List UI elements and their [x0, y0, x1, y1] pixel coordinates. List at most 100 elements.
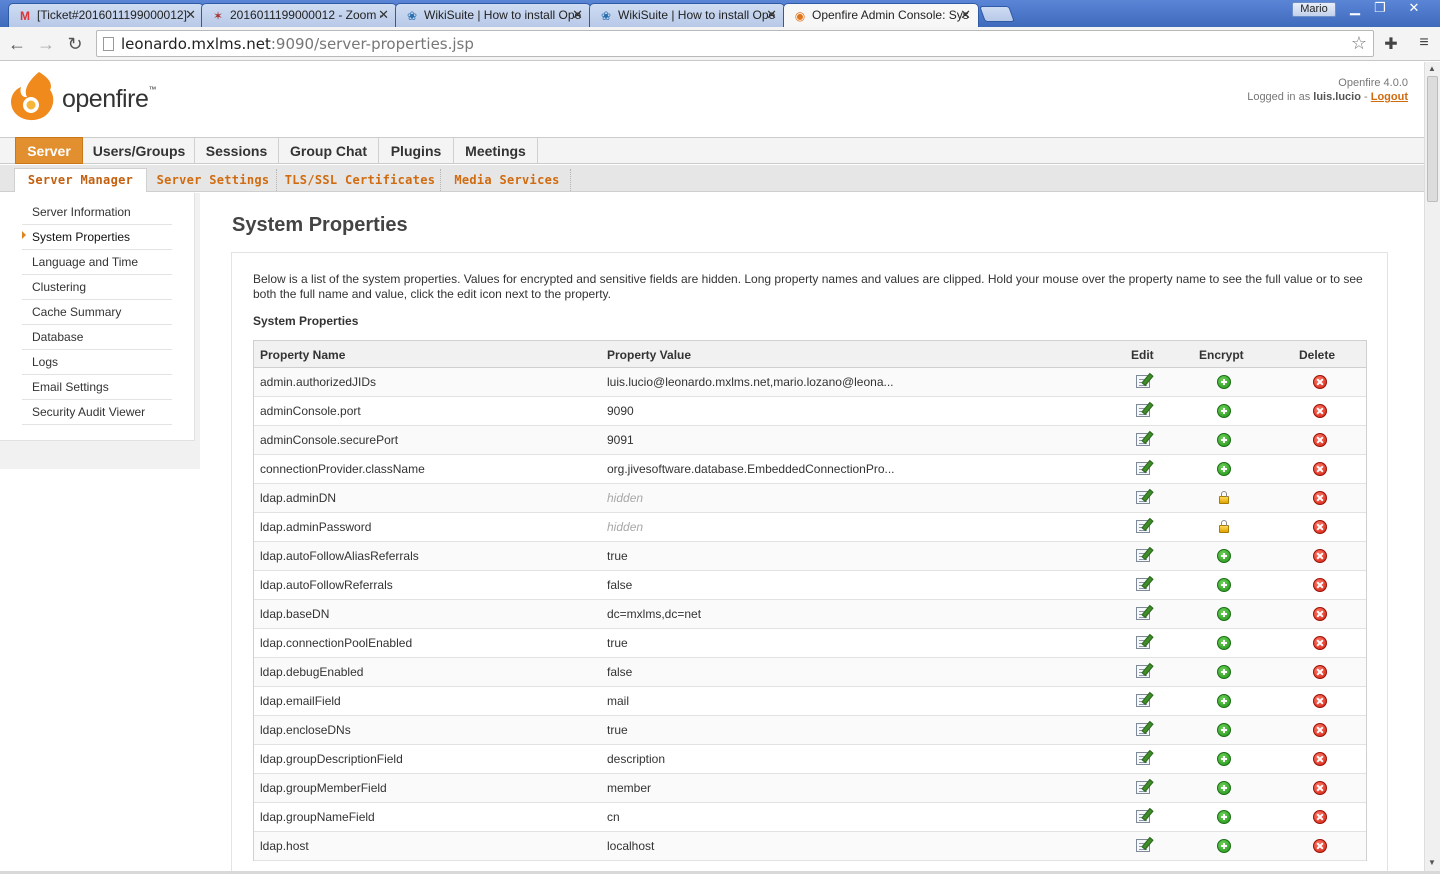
sidebar-item-logs[interactable]: Logs: [22, 350, 172, 375]
delete-icon[interactable]: [1312, 780, 1328, 796]
subtab-tls-ssl-certificates[interactable]: TLS/SSL Certificates: [280, 169, 441, 191]
property-name[interactable]: ldap.groupMemberField: [260, 781, 387, 795]
edit-icon[interactable]: [1136, 519, 1152, 535]
property-name[interactable]: ldap.groupDescriptionField: [260, 752, 403, 766]
edit-icon[interactable]: [1136, 490, 1152, 506]
reload-icon[interactable]: ↻: [64, 33, 86, 55]
delete-icon[interactable]: [1312, 693, 1328, 709]
close-window-icon[interactable]: ✕: [1392, 0, 1436, 17]
encrypt-plus-icon[interactable]: [1216, 374, 1232, 390]
sidebar-item-cache-summary[interactable]: Cache Summary: [22, 300, 172, 325]
forward-icon[interactable]: →: [35, 33, 57, 55]
sidebar-item-security-audit-viewer[interactable]: Security Audit Viewer: [22, 400, 172, 425]
delete-icon[interactable]: [1312, 490, 1328, 506]
page-scrollbar[interactable]: ▲ ▼: [1424, 62, 1440, 872]
delete-icon[interactable]: [1312, 403, 1328, 419]
subtab-server-manager[interactable]: Server Manager: [14, 168, 147, 192]
property-name[interactable]: connectionProvider.className: [260, 462, 425, 476]
edit-icon[interactable]: [1136, 432, 1152, 448]
sidebar-item-clustering[interactable]: Clustering: [22, 275, 172, 300]
encrypt-plus-icon[interactable]: [1216, 635, 1232, 651]
minimize-icon[interactable]: ▁: [1345, 0, 1365, 17]
delete-icon[interactable]: [1312, 461, 1328, 477]
scrollbar-thumb[interactable]: [1427, 76, 1438, 202]
encrypt-plus-icon[interactable]: [1216, 403, 1232, 419]
close-tab-icon[interactable]: ✕: [766, 7, 777, 23]
tab-sessions[interactable]: Sessions: [195, 138, 279, 163]
scroll-up-icon[interactable]: ▲: [1428, 64, 1436, 73]
property-name[interactable]: ldap.baseDN: [260, 607, 329, 621]
close-tab-icon[interactable]: ✕: [572, 7, 583, 23]
browser-tab[interactable]: ✶ 2016011199000012 - Zoom - ✕: [201, 3, 397, 27]
property-name[interactable]: adminConsole.securePort: [260, 433, 398, 447]
sidebar-item-system-properties[interactable]: System Properties: [22, 225, 172, 250]
delete-icon[interactable]: [1312, 577, 1328, 593]
property-name[interactable]: ldap.groupNameField: [260, 810, 375, 824]
tab-group-chat[interactable]: Group Chat: [279, 138, 379, 163]
edit-icon[interactable]: [1136, 461, 1152, 477]
restore-icon[interactable]: ❐: [1370, 0, 1390, 17]
encrypt-plus-icon[interactable]: [1216, 461, 1232, 477]
edit-icon[interactable]: [1136, 693, 1152, 709]
tab-meetings[interactable]: Meetings: [454, 138, 538, 163]
property-name[interactable]: ldap.debugEnabled: [260, 665, 363, 679]
edit-icon[interactable]: [1136, 374, 1152, 390]
close-tab-icon[interactable]: ✕: [378, 7, 389, 23]
property-name[interactable]: ldap.autoFollowAliasReferrals: [260, 549, 419, 563]
delete-icon[interactable]: [1312, 838, 1328, 854]
encrypt-plus-icon[interactable]: [1216, 606, 1232, 622]
delete-icon[interactable]: [1312, 548, 1328, 564]
delete-icon[interactable]: [1312, 751, 1328, 767]
delete-icon[interactable]: [1312, 635, 1328, 651]
delete-icon[interactable]: [1312, 722, 1328, 738]
delete-icon[interactable]: [1312, 432, 1328, 448]
edit-icon[interactable]: [1136, 780, 1152, 796]
browser-tab-active[interactable]: ◉ Openfire Admin Console: Sys ✕: [783, 3, 979, 28]
browser-tab[interactable]: ❀ WikiSuite | How to install Ope ✕: [589, 3, 785, 27]
delete-icon[interactable]: [1312, 606, 1328, 622]
property-name[interactable]: ldap.adminPassword: [260, 520, 371, 534]
encrypt-plus-icon[interactable]: [1216, 548, 1232, 564]
subtab-media-services[interactable]: Media Services: [444, 169, 571, 191]
logout-link[interactable]: Logout: [1371, 91, 1408, 103]
extension-icon[interactable]: ✚: [1381, 34, 1401, 54]
edit-icon[interactable]: [1136, 606, 1152, 622]
edit-icon[interactable]: [1136, 664, 1152, 680]
encrypt-plus-icon[interactable]: [1216, 664, 1232, 680]
property-name[interactable]: ldap.connectionPoolEnabled: [260, 636, 412, 650]
sidebar-item-email-settings[interactable]: Email Settings: [22, 375, 172, 400]
encrypt-plus-icon[interactable]: [1216, 809, 1232, 825]
sidebar-item-language-and-time[interactable]: Language and Time: [22, 250, 172, 275]
encrypt-plus-icon[interactable]: [1216, 693, 1232, 709]
sidebar-item-database[interactable]: Database: [22, 325, 172, 350]
property-name[interactable]: ldap.encloseDNs: [260, 723, 351, 737]
delete-icon[interactable]: [1312, 374, 1328, 390]
encrypt-plus-icon[interactable]: [1216, 751, 1232, 767]
edit-icon[interactable]: [1136, 722, 1152, 738]
edit-icon[interactable]: [1136, 548, 1152, 564]
delete-icon[interactable]: [1312, 519, 1328, 535]
menu-icon[interactable]: ≡: [1414, 34, 1434, 52]
tab-plugins[interactable]: Plugins: [379, 138, 454, 163]
encrypt-plus-icon[interactable]: [1216, 722, 1232, 738]
back-icon[interactable]: ←: [6, 33, 28, 55]
edit-icon[interactable]: [1136, 577, 1152, 593]
new-tab-button[interactable]: [979, 6, 1015, 22]
tab-users-groups[interactable]: Users/Groups: [84, 138, 195, 163]
encrypt-plus-icon[interactable]: [1216, 432, 1232, 448]
edit-icon[interactable]: [1136, 809, 1152, 825]
sidebar-item-server-information[interactable]: Server Information: [22, 200, 172, 225]
edit-icon[interactable]: [1136, 838, 1152, 854]
property-name[interactable]: adminConsole.port: [260, 404, 361, 418]
encrypt-plus-icon[interactable]: [1216, 780, 1232, 796]
bookmark-star-icon[interactable]: ☆: [1351, 33, 1367, 54]
property-name[interactable]: admin.authorizedJIDs: [260, 375, 376, 389]
browser-tab[interactable]: ❀ WikiSuite | How to install Ope ✕: [395, 3, 591, 27]
property-name[interactable]: ldap.host: [260, 839, 309, 853]
encrypt-plus-icon[interactable]: [1216, 577, 1232, 593]
delete-icon[interactable]: [1312, 664, 1328, 680]
address-bar[interactable]: leonardo.mxlms.net:9090/server-propertie…: [96, 30, 1374, 57]
tab-server[interactable]: Server: [15, 137, 83, 164]
close-tab-icon[interactable]: ✕: [185, 7, 196, 23]
scroll-down-icon[interactable]: ▼: [1428, 858, 1436, 867]
